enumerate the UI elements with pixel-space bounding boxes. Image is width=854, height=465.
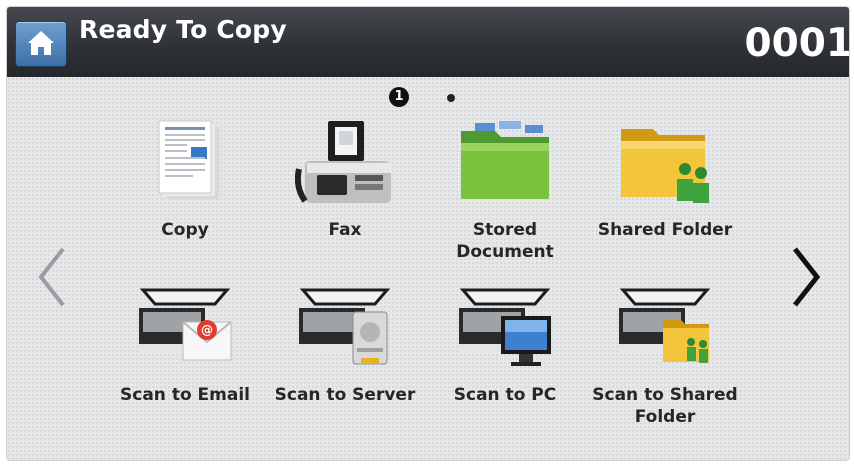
shared-folder-icon (621, 129, 709, 203)
app-copy[interactable]: Copy (110, 117, 260, 267)
page-title: Ready To Copy (79, 15, 287, 44)
previous-page-arrow-icon[interactable] (35, 245, 71, 309)
app-stored-document[interactable]: Stored Document (430, 117, 580, 267)
app-scan-to-pc[interactable]: Scan to PC (430, 282, 580, 432)
page-indicator-dot[interactable] (447, 94, 455, 102)
copy-counter: 0001 (744, 21, 850, 66)
app-label: Stored Document (456, 220, 554, 262)
scan-to-pc-icon (459, 288, 551, 366)
app-label: Scan to Email (120, 385, 250, 405)
svg-text:@: @ (201, 323, 213, 337)
app-scan-to-email[interactable]: @ Scan to Email (110, 282, 260, 432)
scan-to-email-icon: @ (139, 288, 232, 361)
home-button[interactable] (15, 21, 67, 67)
home-icon (28, 31, 54, 55)
app-shared-folder[interactable]: Shared Folder (590, 117, 740, 267)
app-label: Fax (328, 220, 362, 240)
green-folder-icon (461, 121, 549, 199)
app-label: Copy (161, 220, 209, 240)
next-page-arrow-icon[interactable] (787, 245, 823, 309)
app-label: Shared Folder (597, 220, 733, 240)
scan-to-server-icon (299, 288, 391, 365)
printer-panel: Ready To Copy 0001 1 Copy Fax Stored Doc… (6, 6, 850, 461)
fax-machine-icon (295, 121, 391, 203)
app-label: Scan to Shared Folder (592, 385, 738, 427)
status-bar: Ready To Copy 0001 (7, 7, 849, 77)
app-scan-to-shared-folder[interactable]: Scan to Shared Folder (590, 282, 740, 432)
app-fax[interactable]: Fax (270, 117, 420, 267)
app-scan-to-server[interactable]: Scan to Server (270, 282, 420, 432)
app-label: Scan to Server (274, 385, 416, 405)
copy-document-icon (158, 120, 219, 199)
page-indicator-current: 1 (389, 87, 409, 107)
scan-to-shared-folder-icon (619, 288, 711, 363)
app-label: Scan to PC (453, 385, 557, 405)
app-grid-area: 1 Copy Fax Stored Document Shared Folder… (7, 77, 849, 460)
